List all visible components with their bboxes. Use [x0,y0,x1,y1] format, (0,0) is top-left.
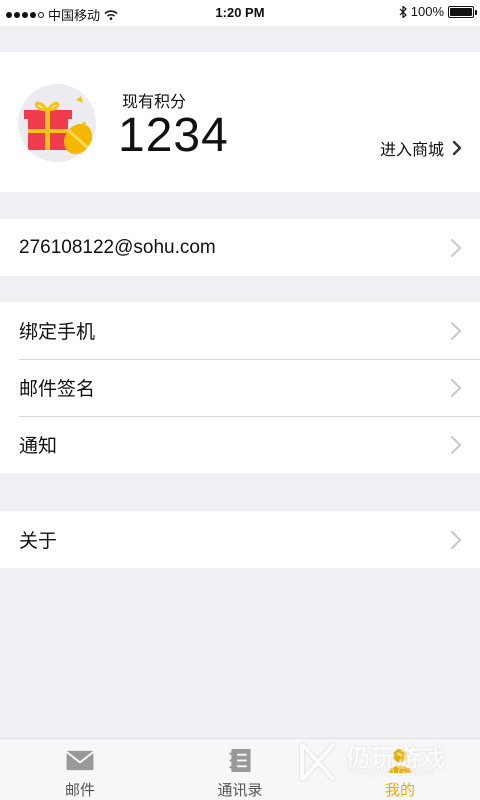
tab-profile-label: 我的 [384,782,415,799]
about-label: 关于 [19,531,58,552]
settings-section: 绑定手机 邮件签名 通知 [0,302,480,473]
battery-percent: 100% [410,4,444,19]
bind-phone-label: 绑定手机 [19,322,96,343]
contacts-icon [229,748,251,773]
tab-profile[interactable]: 我的 [320,739,480,800]
gift-icon [18,84,96,162]
mail-icon [65,750,95,771]
enter-mall-label: 进入商城 [379,142,444,159]
enter-mall-link[interactable]: 进入商城 [380,136,462,160]
chevron-right-icon [451,322,462,340]
chevron-right-icon [451,239,462,257]
notification-row[interactable]: 通知 [0,416,480,473]
notification-label: 通知 [19,436,58,457]
points-card: 现有积分 1234 进入商城 [0,52,480,192]
battery-area: 100% [399,4,477,19]
profile-icon [388,748,412,773]
bluetooth-icon [399,5,407,18]
mail-signature-label: 邮件签名 [19,379,96,400]
battery-icon [448,5,477,18]
chevron-right-icon [451,436,462,454]
about-section: 关于 [0,511,480,568]
chevron-right-icon [452,140,462,156]
chevron-right-icon [451,379,462,397]
chevron-right-icon [451,531,462,549]
tab-bar: 邮件 通讯录 我的 [0,738,480,800]
account-section: 276108122@sohu.com [0,219,480,276]
account-email-row[interactable]: 276108122@sohu.com [0,219,480,276]
tab-mail-label: 邮件 [64,782,95,799]
tab-contacts-label: 通讯录 [217,782,263,799]
about-row[interactable]: 关于 [0,511,480,568]
points-value: 1234 [118,109,229,162]
tab-mail[interactable]: 邮件 [0,739,160,800]
tab-contacts[interactable]: 通讯录 [160,739,320,800]
mail-signature-row[interactable]: 邮件签名 [0,359,480,416]
account-email: 276108122@sohu.com [19,236,216,258]
bind-phone-row[interactable]: 绑定手机 [0,302,480,359]
status-bar: 中国移动 1:20 PM 100% [0,0,480,26]
